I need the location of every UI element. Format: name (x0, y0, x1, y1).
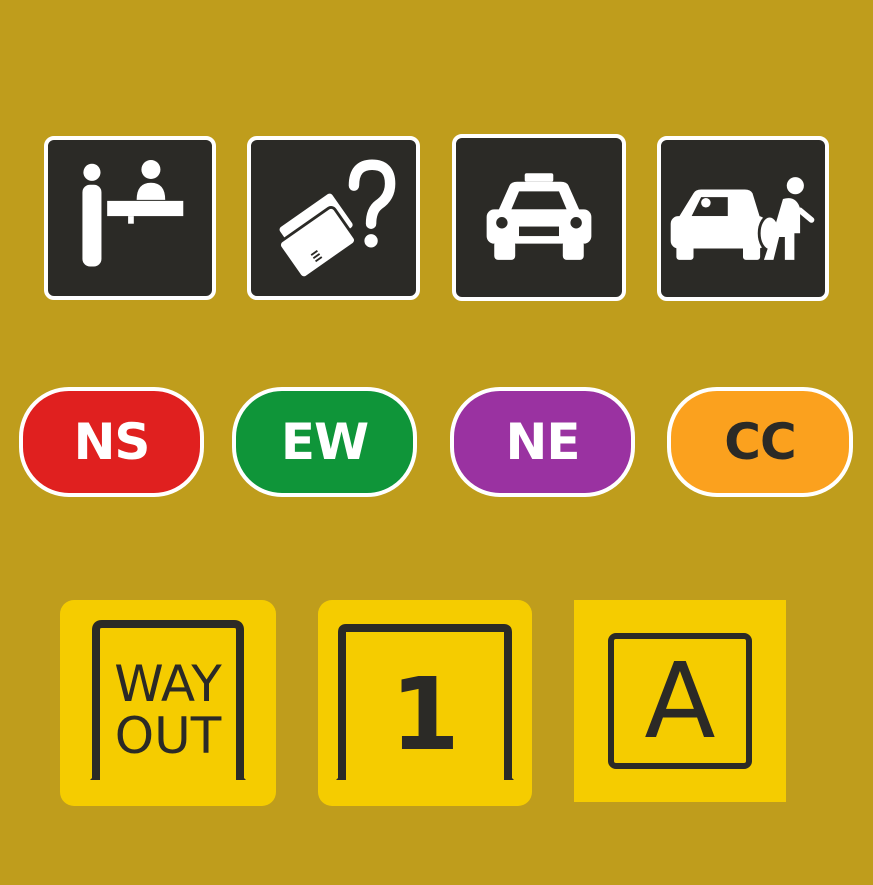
line-badge-cc: CC (667, 387, 853, 497)
lost-card-sign (247, 136, 420, 300)
line-code: EW (280, 413, 369, 471)
way-out-text-line-2: OUT (114, 707, 222, 765)
way-out-text-line-1: WAY (114, 655, 222, 713)
pick-up-drop-off-icon (670, 177, 815, 260)
line-code: CC (724, 413, 796, 471)
taxi-icon (486, 173, 592, 260)
exit-letter-sign: A (574, 600, 786, 802)
lost-card-question-icon (276, 159, 396, 280)
customer-service-sign (44, 136, 216, 300)
line-code: NS (73, 413, 151, 471)
line-badge-ew: EW (232, 387, 417, 497)
way-out-sign: WAY OUT (60, 600, 276, 806)
line-badge-ns: NS (19, 387, 204, 497)
line-badge-ne: NE (450, 387, 635, 497)
pick-up-drop-off-sign (657, 136, 829, 301)
customer-service-counter-icon (82, 159, 184, 267)
taxi-sign (452, 134, 626, 301)
exit-letter: A (644, 640, 716, 762)
exit-number: 1 (390, 656, 460, 773)
line-code: NE (505, 413, 580, 471)
exit-number-sign: 1 (318, 600, 532, 806)
